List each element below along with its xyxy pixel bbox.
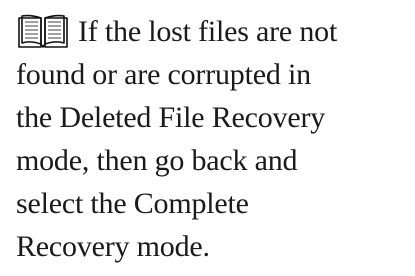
note-line-3: the Deleted File Recovery xyxy=(16,101,326,134)
note-line-1: If the lost files are not xyxy=(78,15,338,48)
note-line-6: Recovery mode. xyxy=(16,230,210,263)
open-book-icon xyxy=(16,13,70,51)
note-line-4: mode, then go back and xyxy=(16,144,298,177)
note-first-line: If the lost files are not xyxy=(16,10,407,53)
note-callout: If the lost files are not found or are c… xyxy=(0,0,415,276)
note-line-5: select the Complete xyxy=(16,187,249,220)
note-line-2: found or are corrupted in xyxy=(16,58,311,91)
